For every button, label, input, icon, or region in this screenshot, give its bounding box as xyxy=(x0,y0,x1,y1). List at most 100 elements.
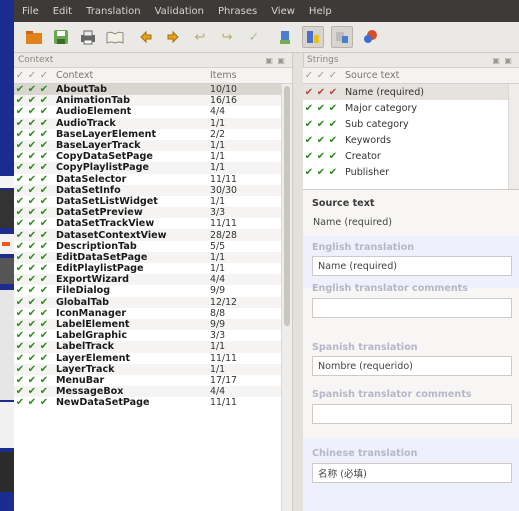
scrollbar-thumb[interactable] xyxy=(284,86,290,326)
context-row[interactable]: ✔ ✔ ✔ DataSetInfo 30/30 xyxy=(14,184,292,196)
chinese-translation-label: Chinese translation xyxy=(312,448,418,459)
pane-float-close-icon[interactable]: ▣ ▣ xyxy=(265,56,286,65)
context-items-count: 30/30 xyxy=(210,184,238,196)
context-row[interactable]: ✔ ✔ ✔ FileDialog 9/9 xyxy=(14,285,292,296)
check-icon: ✔ xyxy=(27,184,37,196)
phrasebook-icon[interactable] xyxy=(105,27,125,47)
check-icon: ✔ xyxy=(304,102,314,114)
context-row[interactable]: ✔ ✔ ✔ AboutTab 10/10 xyxy=(14,84,292,96)
menu-edit[interactable]: Edit xyxy=(53,6,72,17)
context-row[interactable]: ✔ ✔ ✔ MenuBar 17/17 xyxy=(14,375,292,386)
menu-file[interactable]: File xyxy=(22,6,39,17)
context-row[interactable]: ✔ ✔ ✔ LabelTrack 1/1 xyxy=(14,341,292,353)
string-row[interactable]: ✔ ✔ ✔ Creator xyxy=(303,148,519,164)
string-row[interactable]: ✔ ✔ ✔ Name (required) xyxy=(303,84,519,100)
check-header-icon[interactable]: ✓ xyxy=(38,70,50,81)
check-icon: ✔ xyxy=(15,240,25,252)
background-window-strip xyxy=(0,290,14,400)
accelerator-icon[interactable] xyxy=(275,27,295,47)
punctuation-icon[interactable] xyxy=(302,26,324,48)
prev-unfinished-icon[interactable]: ↩ xyxy=(190,27,210,47)
next-unfinished-icon[interactable]: ↪ xyxy=(217,27,237,47)
context-row[interactable]: ✔ ✔ ✔ EditDataSetPage 1/1 xyxy=(14,251,292,263)
strings-scrollbar[interactable] xyxy=(508,84,519,191)
string-row[interactable]: ✔ ✔ ✔ Publisher xyxy=(303,164,519,180)
background-window-strip xyxy=(0,234,14,254)
context-row[interactable]: ✔ ✔ ✔ IconManager 8/8 xyxy=(14,308,292,319)
context-row[interactable]: ✔ ✔ ✔ DataSetTrackView 11/11 xyxy=(14,218,292,229)
check-icon: ✔ xyxy=(39,128,49,140)
next-icon[interactable] xyxy=(163,27,183,47)
context-row[interactable]: ✔ ✔ ✔ MessageBox 4/4 xyxy=(14,386,292,398)
string-row[interactable]: ✔ ✔ ✔ Major category xyxy=(303,100,519,116)
context-row[interactable]: ✔ ✔ ✔ LayerElement 11/11 xyxy=(14,353,292,364)
open-icon[interactable] xyxy=(24,27,44,47)
english-translation-field[interactable]: Name (required) xyxy=(312,256,512,276)
check-icon: ✔ xyxy=(15,195,25,207)
context-row[interactable]: ✔ ✔ ✔ LabelGraphic 3/3 xyxy=(14,330,292,341)
check-icon: ✔ xyxy=(15,95,25,107)
prev-icon[interactable] xyxy=(136,27,156,47)
context-row[interactable]: ✔ ✔ ✔ NewDataSetPage 11/11 xyxy=(14,397,292,408)
context-row[interactable]: ✔ ✔ ✔ AnimationTab 16/16 xyxy=(14,95,292,107)
spanish-comments-field[interactable] xyxy=(312,404,512,424)
check-icon: ✔ xyxy=(27,330,37,342)
spanish-translation-label: Spanish translation xyxy=(312,342,418,353)
check-header-icon[interactable]: ✓ xyxy=(315,70,327,81)
string-row[interactable]: ✔ ✔ ✔ Sub category xyxy=(303,116,519,132)
context-row[interactable]: ✔ ✔ ✔ AudioTrack 1/1 xyxy=(14,117,292,129)
check-header-icon[interactable]: ✓ xyxy=(26,70,38,81)
context-row[interactable]: ✔ ✔ ✔ LabelElement 9/9 xyxy=(14,318,292,331)
pane-float-close-icon[interactable]: ▣ ▣ xyxy=(492,56,513,65)
chinese-translation-field[interactable]: 名称 (必填) xyxy=(312,463,512,483)
context-row[interactable]: ✔ ✔ ✔ DataSetListWidget 1/1 xyxy=(14,196,292,207)
phrase-match-icon[interactable] xyxy=(331,26,353,48)
strings-list[interactable]: ✔ ✔ ✔ Name (required) ✔ ✔ ✔ Major category ✔ ✔ ✔ Su… xyxy=(303,84,519,191)
context-row[interactable]: ✔ ✔ ✔ CopyPlaylistPage 1/1 xyxy=(14,162,292,174)
context-row[interactable]: ✔ ✔ ✔ EditPlaylistPage 1/1 xyxy=(14,263,292,274)
context-items-count: 11/11 xyxy=(210,352,238,364)
context-row[interactable]: ✔ ✔ ✔ CopyDataSetPage 1/1 xyxy=(14,151,292,162)
context-items-count: 10/10 xyxy=(210,84,238,96)
context-column-headers: ✓ ✓ ✓ Context Items xyxy=(14,67,292,84)
source-column-header[interactable]: Source text xyxy=(345,70,399,81)
check-header-icon[interactable]: ✓ xyxy=(303,70,315,81)
print-icon[interactable] xyxy=(78,27,98,47)
menu-help[interactable]: Help xyxy=(309,6,332,17)
menu-view[interactable]: View xyxy=(271,6,295,17)
context-row[interactable]: ✔ ✔ ✔ ExportWizard 4/4 xyxy=(14,274,292,286)
context-list[interactable]: ✔ ✔ ✔ AboutTab 10/10 ✔ ✔ ✔ AnimationTab 16/16 ✔ ✔ ✔ A… xyxy=(14,84,292,511)
english-comments-field[interactable] xyxy=(312,298,512,318)
context-items-count: 1/1 xyxy=(210,151,226,163)
context-row[interactable]: ✔ ✔ ✔ LayerTrack 1/1 xyxy=(14,363,292,375)
menu-validation[interactable]: Validation xyxy=(155,6,204,17)
check-icon: ✔ xyxy=(15,162,25,174)
context-column-header[interactable]: Context xyxy=(56,70,196,81)
check-icon: ✔ xyxy=(328,102,338,114)
spanish-translation-field[interactable]: Nombre (requerido) xyxy=(312,356,512,376)
context-row[interactable]: ✔ ✔ ✔ BaseLayerElement 2/2 xyxy=(14,129,292,140)
context-row[interactable]: ✔ ✔ ✔ DescriptionTab 5/5 xyxy=(14,241,292,252)
check-icon: ✔ xyxy=(27,95,37,107)
context-row[interactable]: ✔ ✔ ✔ BaseLayerTrack 1/1 xyxy=(14,139,292,152)
string-row[interactable]: ✔ ✔ ✔ Keywords xyxy=(303,132,519,148)
context-scrollbar[interactable] xyxy=(281,84,292,511)
place-marker-icon[interactable] xyxy=(360,27,380,47)
check-header-icon[interactable]: ✓ xyxy=(327,70,339,81)
context-row[interactable]: ✔ ✔ ✔ AudioElement 4/4 xyxy=(14,106,292,117)
save-icon[interactable] xyxy=(51,27,71,47)
menu-translation[interactable]: Translation xyxy=(86,6,141,17)
check-header-icon[interactable]: ✓ xyxy=(14,70,26,81)
context-items-count: 8/8 xyxy=(210,307,226,319)
done-next-icon[interactable]: ✓ xyxy=(244,27,264,47)
context-row[interactable]: ✔ ✔ ✔ DataSelector 11/11 xyxy=(14,174,292,185)
menu-phrases[interactable]: Phrases xyxy=(218,6,257,17)
source-text-value: Name (required) xyxy=(312,212,512,232)
check-icon: ✔ xyxy=(39,307,49,319)
context-row[interactable]: ✔ ✔ ✔ DatasetContextView 28/28 xyxy=(14,229,292,241)
check-icon: ✔ xyxy=(39,84,49,96)
context-row[interactable]: ✔ ✔ ✔ DataSetPreview 3/3 xyxy=(14,207,292,219)
context-row[interactable]: ✔ ✔ ✔ GlobalTab 12/12 xyxy=(14,296,292,308)
items-column-header[interactable]: Items xyxy=(210,70,237,81)
check-icon: ✔ xyxy=(39,95,49,107)
